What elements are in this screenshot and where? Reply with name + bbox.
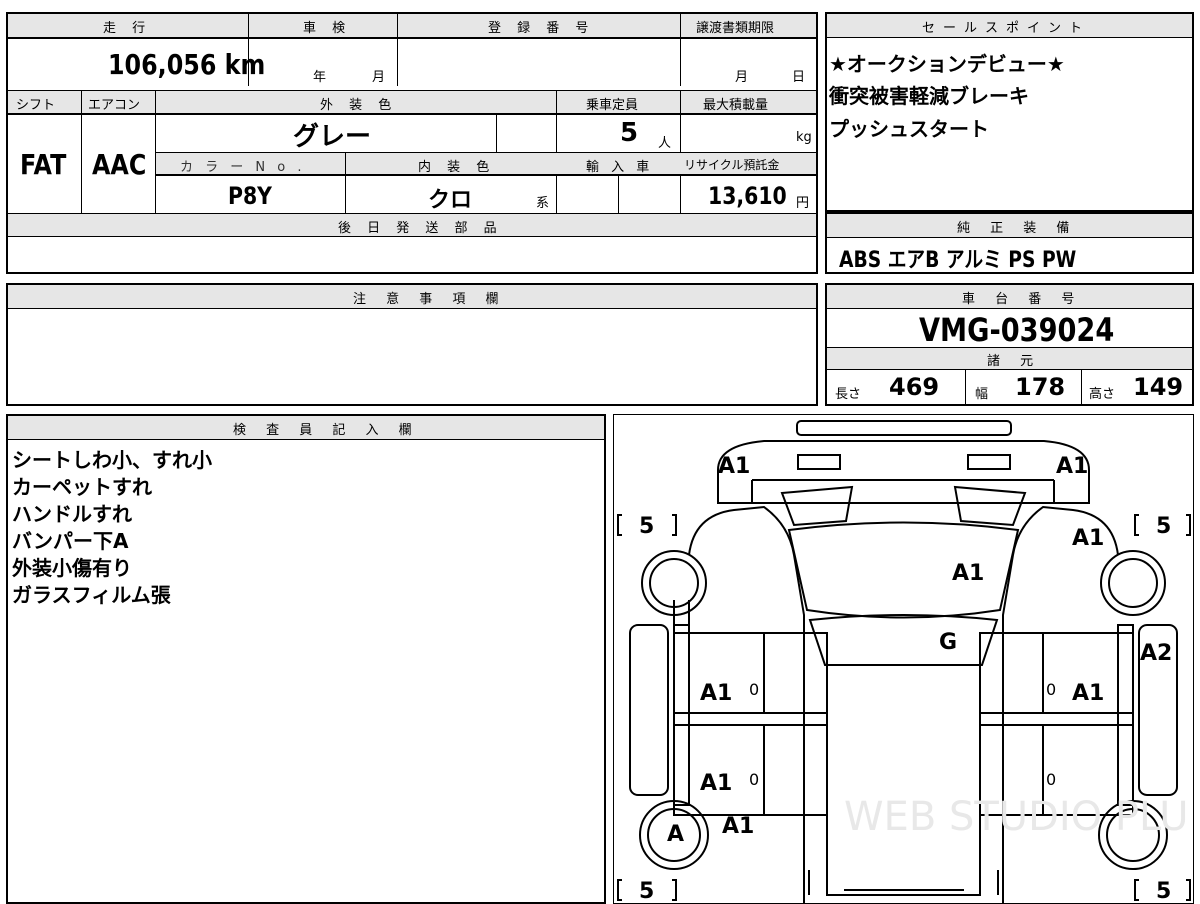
registration-header: 登 録 番 号 bbox=[488, 21, 595, 36]
inspection-header: 車 検 bbox=[303, 21, 352, 36]
spec-header: 諸 元 bbox=[987, 354, 1042, 369]
car-diagram-box: A1 A1 A1 G A1 A2 A1 A1 A1 A A1 5 5 5 5 0… bbox=[613, 414, 1194, 904]
mark-right-front-door: A1 bbox=[1072, 681, 1104, 706]
door-zero-2: 0 bbox=[749, 770, 759, 789]
width-value: 178 bbox=[1015, 373, 1066, 401]
mileage-value: 106,056 km bbox=[108, 48, 266, 81]
equipment-box: 純 正 装 備 ABS エアB アルミ PS PW bbox=[825, 212, 1194, 274]
height-value: 149 bbox=[1133, 373, 1184, 401]
tire-front-right: 5 bbox=[1156, 514, 1171, 539]
exterior-value: グレー bbox=[293, 122, 372, 152]
mark-left-front-door: A1 bbox=[700, 681, 732, 706]
chassis-number: VMG-039024 bbox=[919, 311, 1115, 349]
width-label: 幅 bbox=[975, 387, 989, 402]
exterior-header: 外 装 色 bbox=[320, 98, 398, 113]
shift-header: シフト bbox=[16, 98, 56, 113]
inspector-line-5: 外装小傷有り bbox=[12, 556, 132, 580]
inspector-line-3: ハンドルすれ bbox=[12, 502, 132, 526]
capacity-value: 5 bbox=[620, 118, 639, 148]
length-value: 469 bbox=[889, 373, 940, 401]
tire-rear-right: 5 bbox=[1156, 879, 1171, 903]
car-diagram: A1 A1 A1 G A1 A2 A1 A1 A1 A A1 5 5 5 5 0… bbox=[617, 420, 1191, 903]
door-zero-1: 0 bbox=[749, 680, 759, 699]
height-label: 高さ bbox=[1089, 387, 1116, 402]
inspection-month: 月 bbox=[372, 70, 386, 85]
recycle-value: 13,610 bbox=[708, 182, 787, 210]
color-no-header: カ ラ ー N o . bbox=[180, 160, 306, 175]
mark-left-rear-fender: A1 bbox=[722, 814, 754, 839]
inspector-line-1: シートしわ小、すれ小 bbox=[12, 448, 212, 472]
notes-header: 注 意 事 項 欄 bbox=[353, 292, 507, 307]
inspector-line-4: バンパー下A bbox=[12, 529, 129, 553]
equipment-header: 純 正 装 備 bbox=[957, 221, 1078, 236]
transfer-day: 日 bbox=[792, 70, 806, 85]
mark-left-rear-door: A1 bbox=[700, 771, 732, 796]
mark-front-right: A1 bbox=[1056, 454, 1088, 479]
mark-front-left: A1 bbox=[718, 454, 750, 479]
interior-header: 内 装 色 bbox=[418, 160, 496, 175]
mark-hood: A1 bbox=[952, 561, 984, 586]
inspector-box: 検 査 員 記 入 欄 シートしわ小、すれ小 カーペットすれ ハンドルすれ バン… bbox=[6, 414, 606, 904]
aircon-value: AAC bbox=[92, 148, 147, 181]
aircon-header: エアコン bbox=[88, 98, 141, 113]
sales-line-2: 衝突被害軽減ブレーキ bbox=[829, 84, 1029, 108]
transfer-header: 譲渡書類期限 bbox=[696, 21, 775, 36]
chassis-header: 車 台 番 号 bbox=[962, 292, 1083, 307]
mark-left-rear-wheel: A bbox=[667, 822, 684, 847]
mark-right-front-fender: A1 bbox=[1072, 526, 1104, 551]
sales-line-3: プッシュスタート bbox=[829, 117, 989, 141]
mileage-header: 走 行 bbox=[103, 21, 152, 36]
watermark: WEB STUDIO PLU bbox=[844, 794, 1189, 840]
maxload-header: 最大積載量 bbox=[703, 98, 769, 113]
shift-value: FAT bbox=[20, 148, 67, 181]
maxload-unit: kg bbox=[796, 130, 812, 145]
sales-line-1: ★オークションデビュー★ bbox=[829, 52, 1065, 76]
recycle-unit: 円 bbox=[796, 196, 810, 211]
color-no-value: P8Y bbox=[228, 182, 272, 210]
transfer-month: 月 bbox=[735, 70, 749, 85]
length-label: 長さ bbox=[835, 387, 862, 402]
tire-rear-left: 5 bbox=[639, 879, 654, 903]
inspector-line-2: カーペットすれ bbox=[12, 475, 152, 499]
mark-right-side: A2 bbox=[1140, 641, 1172, 666]
chassis-box: 車 台 番 号 VMG-039024 諸 元 長さ 469 幅 178 高さ 1… bbox=[825, 283, 1194, 406]
door-zero-4: 0 bbox=[1046, 770, 1056, 789]
interior-suffix: 系 bbox=[536, 196, 550, 211]
interior-value: クロ bbox=[428, 188, 473, 213]
capacity-unit: 人 bbox=[658, 136, 672, 151]
notes-box: 注 意 事 項 欄 bbox=[6, 283, 818, 406]
sales-header: セールスポイント bbox=[922, 21, 1091, 36]
mark-windshield: G bbox=[939, 630, 957, 655]
inspector-line-6: ガラスフィルム張 bbox=[12, 583, 171, 607]
inspection-year: 年 bbox=[313, 70, 327, 85]
capacity-header: 乗車定員 bbox=[586, 98, 639, 113]
sales-point-box: セールスポイント ★オークションデビュー★ 衝突被害軽減ブレーキ プッシュスター… bbox=[825, 12, 1194, 212]
tire-front-left: 5 bbox=[639, 514, 654, 539]
later-parts-header: 後 日 発 送 部 品 bbox=[338, 221, 503, 236]
vehicle-info-table: 走 行 車 検 登 録 番 号 譲渡書類期限 106,056 km 年 月 月 … bbox=[6, 12, 818, 274]
import-header: 輸 入 車 bbox=[586, 160, 654, 175]
recycle-header: リサイクル預託金 bbox=[684, 158, 780, 172]
inspector-header: 検 査 員 記 入 欄 bbox=[233, 423, 420, 438]
equipment-value: ABS エアB アルミ PS PW bbox=[839, 248, 1077, 273]
door-zero-3: 0 bbox=[1046, 680, 1056, 699]
